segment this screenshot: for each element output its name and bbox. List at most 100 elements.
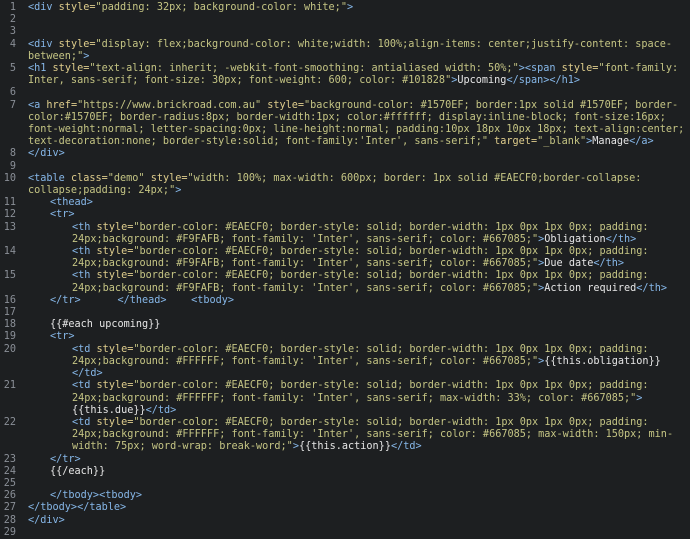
- code-line[interactable]: 25: [4, 478, 690, 490]
- code-token: >: [346, 2, 354, 13]
- code-line[interactable]: 24 {{/each}}: [4, 466, 690, 478]
- code-token: style=: [52, 63, 90, 75]
- code-token: class=: [70, 172, 108, 184]
- code-token: {{/each}}: [50, 465, 106, 477]
- line-number: 27: [3, 502, 16, 514]
- code-line-text: </div>: [28, 148, 690, 160]
- code-line-text: <tr>: [28, 331, 690, 343]
- code-line[interactable]: 28 </div>: [4, 515, 690, 527]
- code-line[interactable]: 26 </tbody><tbody>: [4, 490, 690, 502]
- code-editor[interactable]: 1 <div style="padding: 32px; background-c…: [0, 0, 690, 538]
- code-token: Manage: [592, 136, 630, 148]
- code-token: style=: [150, 172, 188, 184]
- code-line[interactable]: 27 </tbody></table>: [4, 502, 690, 514]
- line-number: 23: [3, 453, 16, 465]
- code-token: "_blank": [537, 136, 587, 148]
- code-line[interactable]: 13 <th style="border-color: #EAECF0; bord…: [4, 222, 690, 246]
- line-number: 29: [3, 526, 16, 538]
- code-token: <a: [28, 99, 47, 111]
- code-token: {{this.action}}: [298, 441, 391, 453]
- code-line-text: <td style="border-color: #EAECF0; border…: [28, 344, 690, 381]
- code-token: Obligation: [544, 233, 606, 245]
- code-token: style=: [561, 63, 599, 75]
- code-line[interactable]: 20 <td style="border-color: #EAECF0; bord…: [4, 344, 690, 381]
- code-token: </tr>: [50, 453, 81, 465]
- code-token: </td>: [145, 404, 177, 416]
- code-line-text: <td style="border-color: #EAECF0; border…: [28, 380, 690, 417]
- code-token: style=: [58, 38, 96, 50]
- code-token: </div>: [28, 148, 65, 160]
- code-line[interactable]: 18 {{#each upcoming}}: [4, 319, 690, 331]
- code-line[interactable]: 29: [4, 527, 690, 539]
- code-line[interactable]: 9: [10, 161, 690, 173]
- line-number: 19: [3, 331, 16, 343]
- code-line[interactable]: 3: [10, 26, 690, 38]
- code-token: style=: [96, 416, 134, 428]
- code-line-text: <tr>: [28, 209, 690, 221]
- code-line[interactable]: 22 <td style="border-color: #EAECF0; bord…: [4, 416, 690, 454]
- code-line[interactable]: 4 <div style="display: flex;background-co…: [10, 38, 690, 63]
- code-line[interactable]: 15 <th style="border-color: #EAECF0; bord…: [4, 270, 690, 294]
- code-token: </th>: [593, 258, 625, 270]
- code-token: <div: [28, 38, 59, 50]
- line-number: 3: [9, 26, 16, 38]
- code-token: "display: flex;background-color: white;w…: [28, 38, 673, 62]
- line-number: 20: [3, 343, 16, 355]
- line-number: 4: [9, 38, 16, 50]
- code-token: >: [636, 392, 643, 404]
- code-line[interactable]: 1 <div style="padding: 32px; background-c…: [10, 2, 690, 14]
- code-token: <thead>: [50, 197, 93, 209]
- code-line-text: </div>: [28, 515, 690, 527]
- code-token: <td: [72, 416, 97, 428]
- code-token: Due date: [544, 258, 594, 270]
- code-line[interactable]: 19 <tr>: [4, 331, 690, 343]
- code-line-text: {{/each}}: [28, 466, 690, 478]
- line-number: 13: [3, 221, 16, 233]
- code-token: target=: [494, 136, 538, 148]
- line-number: 22: [3, 416, 16, 428]
- code-token: "demo": [107, 172, 151, 184]
- code-line[interactable]: 23 </tr>: [4, 453, 690, 466]
- line-number: 25: [3, 477, 16, 489]
- line-number: 16: [3, 294, 16, 306]
- line-number: 26: [3, 490, 16, 502]
- code-line[interactable]: 14 <th style="border-color: #EAECF0; bord…: [4, 246, 690, 270]
- code-token: style=: [58, 2, 96, 13]
- code-line[interactable]: 17: [4, 307, 690, 319]
- code-line-text: </tbody><tbody>: [28, 490, 690, 502]
- code-line[interactable]: 2: [10, 14, 690, 26]
- code-line[interactable]: 12 <tr>: [4, 209, 690, 221]
- code-token: </td>: [390, 441, 422, 453]
- code-line-text: <h1 style="text-align: inherit; -webkit-…: [28, 63, 690, 87]
- code-line-text: <table class="demo" style="width: 100%; …: [28, 173, 690, 197]
- code-line[interactable]: 10 <table class="demo" style="width: 100%…: [4, 173, 690, 197]
- line-number: 11: [3, 197, 16, 209]
- code-token: {{#each upcoming}}: [50, 319, 161, 331]
- line-number: 17: [3, 307, 16, 319]
- code-token: </span></h1>: [506, 75, 581, 87]
- code-line[interactable]: 7 <a href="https://www.brickroad.com.au" …: [10, 99, 690, 149]
- code-token: {{this.due}}: [72, 404, 146, 416]
- code-token: <td: [72, 343, 97, 355]
- code-line[interactable]: 21 <td style="border-color: #EAECF0; bord…: [4, 380, 690, 417]
- line-number: 14: [3, 246, 16, 258]
- code-area[interactable]: 1 <div style="padding: 32px; background-c…: [4, 2, 690, 539]
- code-line[interactable]: 11 <thead>: [4, 197, 690, 209]
- code-token: <th: [72, 221, 97, 233]
- code-token: </tr> </thead> <tbody>: [50, 294, 235, 306]
- code-line[interactable]: 6: [10, 87, 690, 99]
- code-token: <th: [72, 270, 97, 282]
- code-token: ><span: [518, 63, 562, 75]
- code-token: style=: [267, 99, 305, 111]
- code-line[interactable]: 16 </tr> </thead> <tbody>: [4, 294, 690, 307]
- code-token: </td>: [72, 368, 103, 380]
- code-line-text: <th style="border-color: #EAECF0; border…: [28, 222, 690, 246]
- code-line[interactable]: 8 </div>: [10, 148, 690, 160]
- code-line[interactable]: 5 <h1 style="text-align: inherit; -webkit…: [10, 63, 690, 87]
- code-token: "border-color: #EAECF0; border-style: so…: [72, 380, 655, 404]
- code-token: style=: [96, 246, 134, 258]
